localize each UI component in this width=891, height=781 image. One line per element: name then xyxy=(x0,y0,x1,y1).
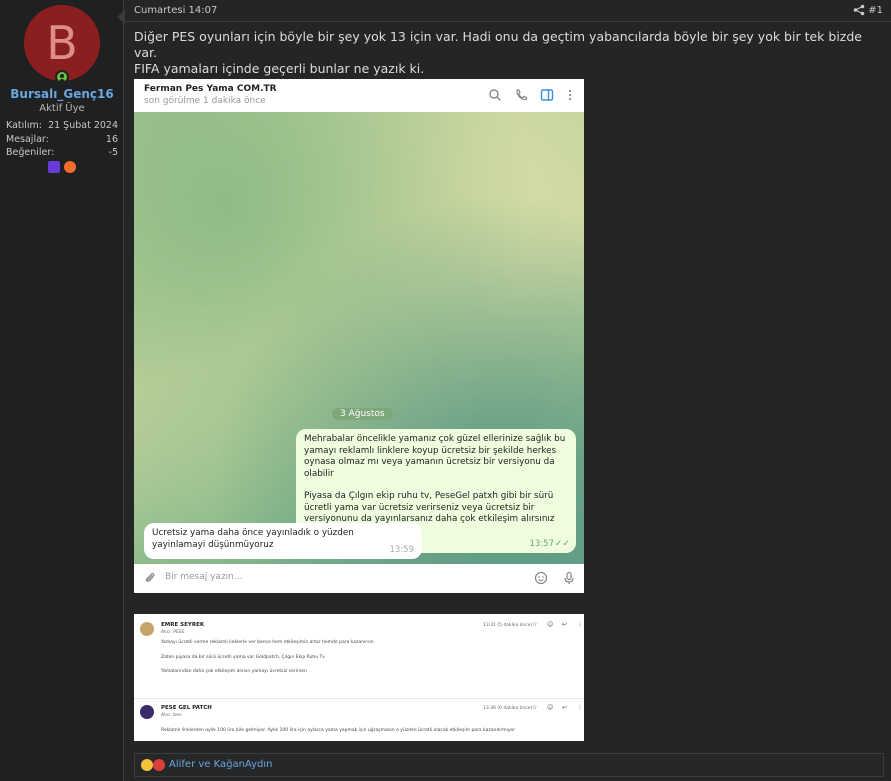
email-divider xyxy=(134,698,584,699)
stat-joined: Katılım: 21 Şubat 2024 xyxy=(6,120,118,131)
reply-icon: ↩ xyxy=(562,704,568,711)
telegram-header: Ferman Pes Yama COM.TR son görülme 1 dak… xyxy=(134,79,584,112)
email-line: Yamayı ücretli verme reklamlı linklerle … xyxy=(161,640,374,645)
microphone-icon xyxy=(564,571,574,584)
search-icon xyxy=(489,89,501,101)
post-text-line: FIFA yamaları içinde geçerli bunlar ne y… xyxy=(134,61,425,76)
haha-reaction-icon xyxy=(141,759,153,771)
post-body: Diğer PES oyunları için böyle bir şey yo… xyxy=(134,29,874,77)
reactions-bar: Alifer ve KağanAydın xyxy=(134,753,884,777)
online-status-icon xyxy=(55,70,69,84)
message-time: 13:59 xyxy=(389,544,415,555)
star-icon: ☆ xyxy=(532,704,538,711)
stat-label: Katılım: xyxy=(6,120,42,131)
phone-icon xyxy=(516,89,528,101)
post-text-line: Diğer PES oyunları için böyle bir şey yo… xyxy=(134,29,862,60)
email-screenshot[interactable]: EMRE SEYREK Alıcı: PESE 13:31 (5 dakika … xyxy=(134,614,584,741)
email-line: Zaten piyasa da bir sürü ücretli yama va… xyxy=(161,655,325,660)
post-number-link[interactable]: #1 xyxy=(868,5,883,16)
share-icon[interactable] xyxy=(853,4,865,16)
email-sender: EMRE SEYREK xyxy=(161,622,205,628)
message-placeholder: Bir mesaj yazın... xyxy=(165,572,243,582)
email-recipient: Alıcı: ben xyxy=(161,713,182,718)
stat-label: Beğeniler: xyxy=(6,147,55,158)
sidebar-toggle-icon xyxy=(540,89,554,101)
reactions-users-link[interactable]: Alifer ve KağanAydın xyxy=(169,759,272,770)
post-pointer-arrow xyxy=(117,10,125,24)
email-line: Reklamlı linklerden aylık 100 lira bile … xyxy=(161,728,516,733)
chat-name: Ferman Pes Yama COM.TR xyxy=(144,84,277,94)
paperclip-icon xyxy=(145,572,155,582)
more-menu-icon xyxy=(568,89,572,101)
email-time: 13:31 (5 dakika önce) xyxy=(483,623,533,628)
reply-icon: ↩ xyxy=(562,621,568,628)
date-pill: 3 Ağustos xyxy=(332,408,393,420)
read-receipt-icon: ✓✓ xyxy=(554,538,570,549)
user-title: Aktif Üye xyxy=(39,103,85,114)
post-date[interactable]: Cumartesi 14:07 xyxy=(134,5,217,16)
dislike-reaction-icon xyxy=(153,759,165,771)
sender-avatar xyxy=(140,622,154,636)
chat-status: son görülme 1 dakika önce xyxy=(144,96,266,106)
username-link[interactable]: Bursalı_Genç16 xyxy=(0,87,124,101)
star-icon: ☆ xyxy=(532,621,538,628)
stat-value: -5 xyxy=(108,147,118,158)
post-header: Cumartesi 14:07 #1 xyxy=(126,0,891,22)
email-sender: PESE GEL PATCH xyxy=(161,705,212,711)
emoji-icon: ☺ xyxy=(547,621,554,628)
emoji-icon xyxy=(534,571,548,585)
more-menu-icon: ⋮ xyxy=(577,704,583,711)
windows-badge-icon xyxy=(48,161,60,173)
message-time: 13:57 xyxy=(529,538,555,549)
email-time: 13:36 (0 dakika önce) xyxy=(483,706,533,711)
stat-likes: Beğeniler: -5 xyxy=(6,147,118,158)
user-panel: B Bursalı_Genç16 Aktif Üye Katılım: 21 Ş… xyxy=(0,0,124,781)
telegram-screenshot[interactable]: Ferman Pes Yama COM.TR son görülme 1 dak… xyxy=(134,79,584,593)
email-line: Yamalarından daha çok etkileşim alırsın … xyxy=(161,669,307,674)
incoming-message: Ucretsiz yama daha önce yayınladık o yüz… xyxy=(144,523,422,559)
more-menu-icon: ⋮ xyxy=(577,621,583,628)
stat-value: 16 xyxy=(105,134,118,145)
message-input-bar: Bir mesaj yazın... xyxy=(134,564,584,593)
sender-avatar xyxy=(140,705,154,719)
firefox-badge-icon xyxy=(64,161,76,173)
stat-messages: Mesajlar: 16 xyxy=(6,134,118,145)
message-paragraph: Mehrabalar öncelikle yamanız çok güzel e… xyxy=(304,434,566,479)
email-recipient: Alıcı: PESE xyxy=(161,630,185,635)
message-text: Ucretsiz yama daha önce yayınladık o yüz… xyxy=(152,528,354,550)
emoji-icon: ☺ xyxy=(547,704,554,711)
stat-label: Mesajlar: xyxy=(6,134,49,145)
stat-value: 21 Şubat 2024 xyxy=(48,120,118,131)
